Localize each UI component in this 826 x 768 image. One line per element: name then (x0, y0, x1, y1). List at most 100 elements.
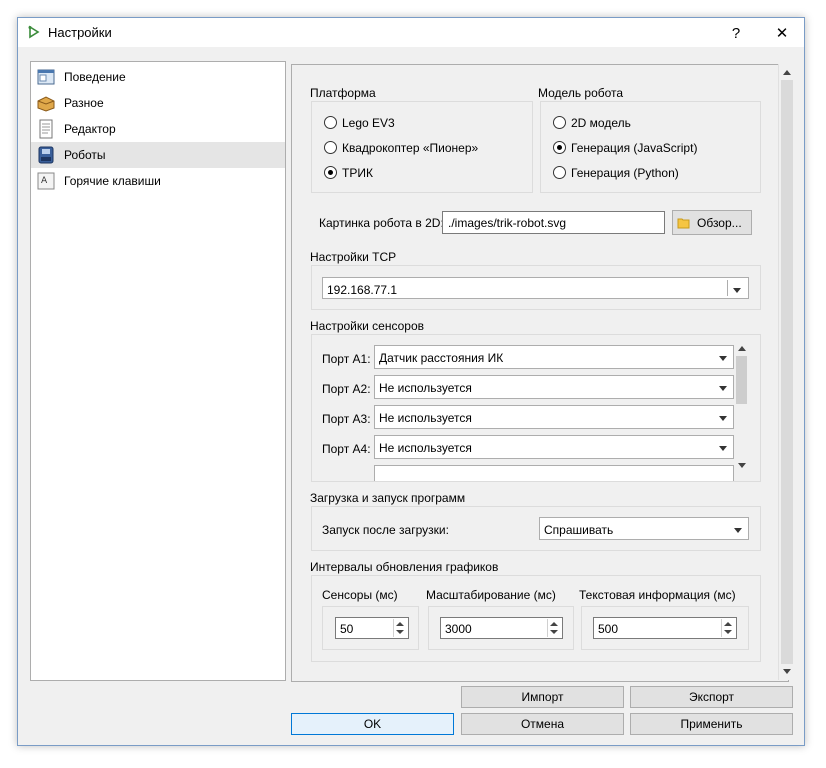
chevron-down-icon (719, 446, 727, 451)
close-button[interactable]: ✕ (762, 20, 802, 46)
sensors-interval-value: 50 (340, 622, 354, 636)
image2d-path-value: ./images/trik-robot.svg (448, 216, 567, 230)
port-label: Порт A2: (322, 382, 371, 396)
settings-sidebar: Поведение Разное Редактор Роботы A Горяч… (30, 61, 286, 681)
apply-button[interactable]: Применить (630, 713, 793, 735)
text-interval-value: 500 (598, 622, 619, 636)
editor-icon (39, 119, 53, 139)
image2d-path-input[interactable]: ./images/trik-robot.svg (442, 211, 665, 234)
text-interval-box: 500 (581, 606, 749, 650)
import-button[interactable]: Импорт (461, 686, 624, 708)
settings-dialog: Настройки ? ✕ Поведение Разное Редактор … (17, 17, 805, 746)
chevron-down-icon (734, 528, 742, 533)
port-a3-combobox[interactable]: Не используется (374, 405, 734, 429)
model-group-title: Модель робота (538, 86, 624, 100)
upload-group: Запуск после загрузки: Спрашивать (311, 506, 761, 551)
spin-up-icon[interactable] (396, 622, 404, 626)
spin-divider (721, 619, 722, 637)
chevron-down-icon (719, 416, 727, 421)
spin-down-icon[interactable] (396, 630, 404, 634)
platform-radio-ev3[interactable] (324, 116, 337, 129)
scroll-down-icon[interactable] (738, 463, 746, 468)
model-group: 2D модель Генерация (JavaScript) Генерац… (540, 101, 761, 193)
run-after-upload-combobox[interactable]: Спрашивать (539, 517, 749, 540)
intervals-group-title: Интервалы обновления графиков (310, 560, 499, 574)
sidebar-item-misc[interactable]: Разное (31, 90, 285, 116)
robots-settings-panel: Платформа Lego EV3 Квадрокоптер «Пионер»… (291, 64, 789, 682)
sidebar-item-editor[interactable]: Редактор (31, 116, 285, 142)
app-logo-icon (28, 25, 40, 39)
intervals-group: Сенсоры (мс) 50 Масштабирование (мс) 300… (311, 575, 761, 662)
port-a2-combobox[interactable]: Не используется (374, 375, 734, 399)
svg-text:A: A (41, 176, 48, 186)
scroll-up-icon[interactable] (783, 70, 791, 75)
sidebar-item-robots[interactable]: Роботы (31, 142, 285, 168)
chevron-down-icon (719, 386, 727, 391)
scroll-up-icon[interactable] (738, 346, 746, 351)
chevron-down-icon (733, 288, 741, 293)
platform-radio-pioneer[interactable] (324, 141, 337, 154)
platform-option-label: ТРИК (342, 166, 373, 180)
port-a4-combobox[interactable]: Не используется (374, 435, 734, 459)
ok-button[interactable]: OK (291, 713, 454, 735)
misc-icon (37, 96, 55, 112)
spin-down-icon[interactable] (550, 630, 558, 634)
model-radio-javascript[interactable] (553, 141, 566, 154)
text-interval-spinbox[interactable]: 500 (593, 617, 737, 639)
spin-down-icon[interactable] (724, 630, 732, 634)
window-title: Настройки (48, 25, 112, 40)
sensors-interval-spinbox[interactable]: 50 (335, 617, 409, 639)
combo-divider (727, 280, 728, 296)
tcp-address-combobox[interactable]: 192.168.77.1 (322, 277, 749, 299)
port-label: Порт A1: (322, 352, 371, 366)
scaling-interval-value: 3000 (445, 622, 472, 636)
sidebar-item-behavior[interactable]: Поведение (31, 64, 285, 90)
model-radio-2d[interactable] (553, 116, 566, 129)
scroll-thumb[interactable] (781, 80, 793, 664)
sidebar-item-label: Разное (64, 96, 104, 110)
sensors-interval-box: 50 (322, 606, 419, 650)
port-value: Не используется (379, 381, 472, 395)
port-value: Не используется (379, 441, 472, 455)
text-interval-label: Текстовая информация (мс) (579, 588, 736, 602)
scaling-interval-box: 3000 (428, 606, 574, 650)
settings-scrollbar[interactable] (778, 64, 795, 680)
sidebar-item-hotkeys[interactable]: A Горячие клавиши (31, 168, 285, 194)
robots-icon (38, 146, 54, 164)
sensors-group: Порт A1: Датчик расстояния ИК Порт A2: Н… (311, 334, 761, 482)
port-label: Порт A4: (322, 442, 371, 456)
spin-up-icon[interactable] (550, 622, 558, 626)
platform-option-label: Квадрокоптер «Пионер» (342, 141, 479, 155)
platform-group-title: Платформа (310, 86, 376, 100)
close-icon: ✕ (775, 25, 789, 42)
platform-radio-trik[interactable] (324, 166, 337, 179)
cancel-button[interactable]: Отмена (461, 713, 624, 735)
model-option-label: Генерация (Python) (571, 166, 679, 180)
tcp-group-title: Настройки TCP (310, 250, 397, 264)
upload-run-label: Запуск после загрузки: (322, 523, 449, 537)
scaling-interval-label: Масштабирование (мс) (426, 588, 556, 602)
chevron-down-icon (719, 356, 727, 361)
port-value: Датчик расстояния ИК (379, 351, 504, 365)
help-button[interactable]: ? (716, 20, 756, 46)
export-button[interactable]: Экспорт (630, 686, 793, 708)
run-after-upload-value: Спрашивать (544, 523, 614, 537)
model-radio-python[interactable] (553, 166, 566, 179)
tcp-address-value: 192.168.77.1 (327, 283, 398, 297)
sidebar-item-label: Горячие клавиши (64, 174, 161, 188)
spin-up-icon[interactable] (724, 622, 732, 626)
browse-label: Обзор... (697, 216, 742, 230)
browse-button[interactable]: Обзор... (672, 210, 752, 235)
model-option-label: Генерация (JavaScript) (571, 141, 698, 155)
sensors-scrollbar[interactable] (735, 343, 748, 471)
behavior-icon (37, 69, 55, 85)
scaling-interval-spinbox[interactable]: 3000 (440, 617, 563, 639)
platform-group: Lego EV3 Квадрокоптер «Пионер» ТРИК (311, 101, 533, 193)
port-a5-combobox-partial[interactable] (374, 465, 734, 481)
port-a1-combobox[interactable]: Датчик расстояния ИК (374, 345, 734, 369)
scroll-thumb[interactable] (736, 356, 747, 404)
spin-divider (547, 619, 548, 637)
sensors-group-title: Настройки сенсоров (310, 319, 425, 333)
scroll-down-icon[interactable] (783, 669, 791, 674)
spin-divider (393, 619, 394, 637)
